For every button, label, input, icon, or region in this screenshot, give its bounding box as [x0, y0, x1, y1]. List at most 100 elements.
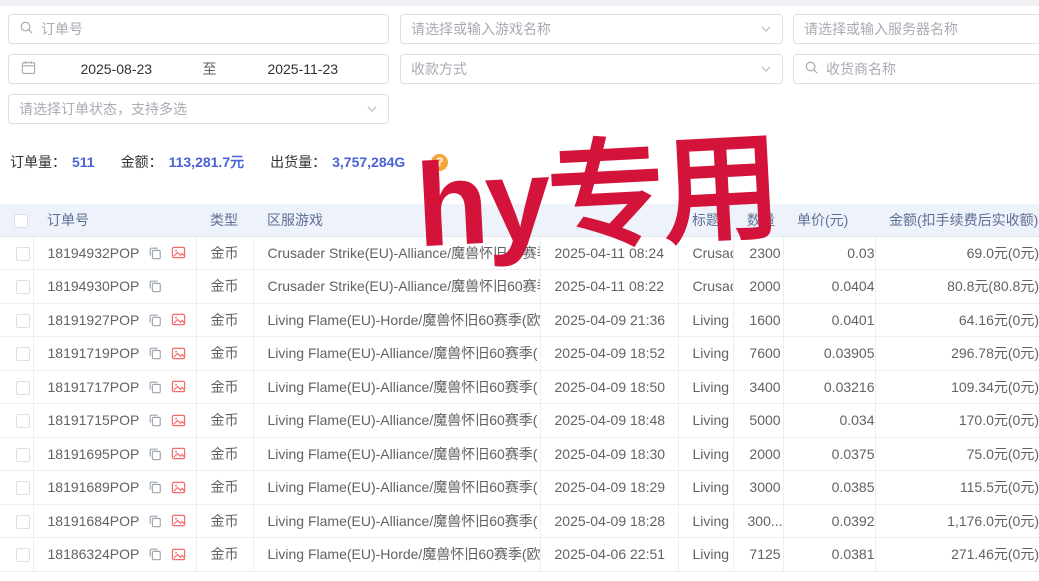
- row-checkbox[interactable]: [16, 314, 30, 328]
- copy-icon[interactable]: [148, 447, 162, 461]
- header-amount: 金额(扣手续费后实收额): [875, 204, 1039, 236]
- order-amount: 271.46元(0元): [875, 538, 1039, 572]
- table-row: 18191695POP 金币 Living Flame(EU)-Alliance…: [0, 437, 1039, 471]
- header-title: 标题: [678, 204, 733, 236]
- image-preview-icon[interactable]: [171, 346, 186, 361]
- order-title: Living Fl: [678, 303, 733, 337]
- order-number-input-wrap[interactable]: [8, 14, 389, 44]
- copy-icon[interactable]: [148, 279, 162, 293]
- order-title: Living Fl: [678, 437, 733, 471]
- copy-icon[interactable]: [148, 413, 162, 427]
- copy-icon[interactable]: [148, 480, 162, 494]
- image-preview-icon[interactable]: [171, 413, 186, 428]
- image-preview-icon[interactable]: [171, 312, 186, 327]
- search-icon: [804, 60, 819, 78]
- order-price: 0.0381: [783, 538, 875, 572]
- order-time: 2025-04-09 21:36: [540, 303, 678, 337]
- table-row: 18194930POP 金币 Crusader Strike(EU)-Allia…: [0, 270, 1039, 304]
- order-qty: 5000: [733, 404, 783, 438]
- copy-icon[interactable]: [148, 547, 162, 561]
- row-checkbox[interactable]: [16, 481, 30, 495]
- order-number: 18186324POP: [48, 546, 140, 562]
- order-management-page: 请选择或输入游戏名称 请选择或输入服务器名称 2025-08-23 至 2025…: [0, 0, 1039, 581]
- row-checkbox[interactable]: [16, 448, 30, 462]
- order-amount: 115.5元(0元): [875, 471, 1039, 505]
- copy-icon[interactable]: [148, 346, 162, 360]
- date-range-picker[interactable]: 2025-08-23 至 2025-11-23: [8, 54, 389, 84]
- order-time: 2025-04-11 08:24: [540, 236, 678, 270]
- copy-icon[interactable]: [148, 313, 162, 327]
- date-start[interactable]: 2025-08-23: [43, 61, 190, 77]
- help-question-icon[interactable]: ?: [431, 154, 448, 171]
- row-checkbox[interactable]: [16, 347, 30, 361]
- server-select-placeholder: 请选择或输入服务器名称: [804, 19, 1039, 39]
- header-game: 区服游戏: [253, 204, 540, 236]
- order-type: 金币: [196, 370, 253, 404]
- stat-order-count-value: 511: [72, 154, 95, 170]
- row-checkbox[interactable]: [16, 280, 30, 294]
- table-header-row: 订单号 类型 区服游戏 标题 数量 单价(元) 金额(扣手续费后实收额): [0, 204, 1039, 236]
- table-row: 18194932POP 金币 Crusader Strike(EU)-Allia…: [0, 236, 1039, 270]
- image-preview-icon[interactable]: [171, 245, 186, 260]
- order-type: 金币: [196, 303, 253, 337]
- order-price: 0.0375: [783, 437, 875, 471]
- row-checkbox[interactable]: [16, 247, 30, 261]
- top-strip: [0, 0, 1039, 6]
- order-status-placeholder: 请选择订单状态，支持多选: [19, 99, 359, 119]
- server-select[interactable]: 请选择或输入服务器名称: [793, 14, 1039, 44]
- order-number: 18191927POP: [48, 312, 140, 328]
- chevron-down-icon: [366, 103, 378, 115]
- order-qty: 7125: [733, 538, 783, 572]
- select-all-checkbox[interactable]: [14, 214, 28, 228]
- row-checkbox[interactable]: [16, 414, 30, 428]
- order-type: 金币: [196, 236, 253, 270]
- table-row: 18191927POP 金币 Living Flame(EU)-Horde/魔兽…: [0, 303, 1039, 337]
- order-title: Crusade: [678, 270, 733, 304]
- copy-icon[interactable]: [148, 246, 162, 260]
- order-number-input[interactable]: [41, 21, 378, 37]
- order-status-select[interactable]: 请选择订单状态，支持多选: [8, 94, 389, 124]
- order-time: 2025-04-09 18:29: [540, 471, 678, 505]
- order-title: Living Fl: [678, 538, 733, 572]
- search-icon: [19, 20, 34, 38]
- game-select-placeholder: 请选择或输入游戏名称: [411, 19, 753, 39]
- row-checkbox[interactable]: [16, 515, 30, 529]
- stat-shipment-value: 3,757,284G: [332, 154, 405, 170]
- order-type: 金币: [196, 404, 253, 438]
- order-game: Living Flame(EU)-Alliance/魔兽怀旧60赛季(: [253, 437, 540, 471]
- game-select[interactable]: 请选择或输入游戏名称: [400, 14, 783, 44]
- receiver-name-input-wrap[interactable]: [793, 54, 1039, 84]
- order-title: Living Fl: [678, 504, 733, 538]
- header-order-no: 订单号: [33, 204, 196, 236]
- order-type: 金币: [196, 471, 253, 505]
- order-type: 金币: [196, 337, 253, 371]
- copy-icon[interactable]: [148, 514, 162, 528]
- header-time: [540, 204, 678, 236]
- order-type: 金币: [196, 538, 253, 572]
- image-preview-icon[interactable]: [171, 547, 186, 562]
- order-time: 2025-04-09 18:28: [540, 504, 678, 538]
- image-preview-icon[interactable]: [171, 379, 186, 394]
- order-title: Living Fl: [678, 370, 733, 404]
- date-end[interactable]: 2025-11-23: [230, 61, 377, 77]
- order-game: Living Flame(EU)-Horde/魔兽怀旧60赛季(欧: [253, 303, 540, 337]
- table-row: 18191715POP 金币 Living Flame(EU)-Alliance…: [0, 404, 1039, 438]
- stats-bar: 订单量： 511 金额： 113,281.7元 出货量： 3,757,284G …: [10, 152, 448, 172]
- stat-order-count: 订单量： 511: [10, 152, 95, 172]
- row-checkbox[interactable]: [16, 381, 30, 395]
- image-preview-icon[interactable]: [171, 513, 186, 528]
- copy-icon[interactable]: [148, 380, 162, 394]
- payment-method-select[interactable]: 收款方式: [400, 54, 783, 84]
- row-checkbox[interactable]: [16, 548, 30, 562]
- order-time: 2025-04-09 18:48: [540, 404, 678, 438]
- order-time: 2025-04-09 18:52: [540, 337, 678, 371]
- order-amount: 109.34元(0元): [875, 370, 1039, 404]
- header-qty: 数量: [733, 204, 783, 236]
- order-price: 0.034: [783, 404, 875, 438]
- image-preview-icon[interactable]: [171, 480, 186, 495]
- image-preview-icon[interactable]: [171, 446, 186, 461]
- order-qty: 3400: [733, 370, 783, 404]
- stat-amount-label: 金额：: [121, 152, 163, 172]
- receiver-name-input[interactable]: [826, 61, 1039, 77]
- order-number: 18194932POP: [48, 245, 140, 261]
